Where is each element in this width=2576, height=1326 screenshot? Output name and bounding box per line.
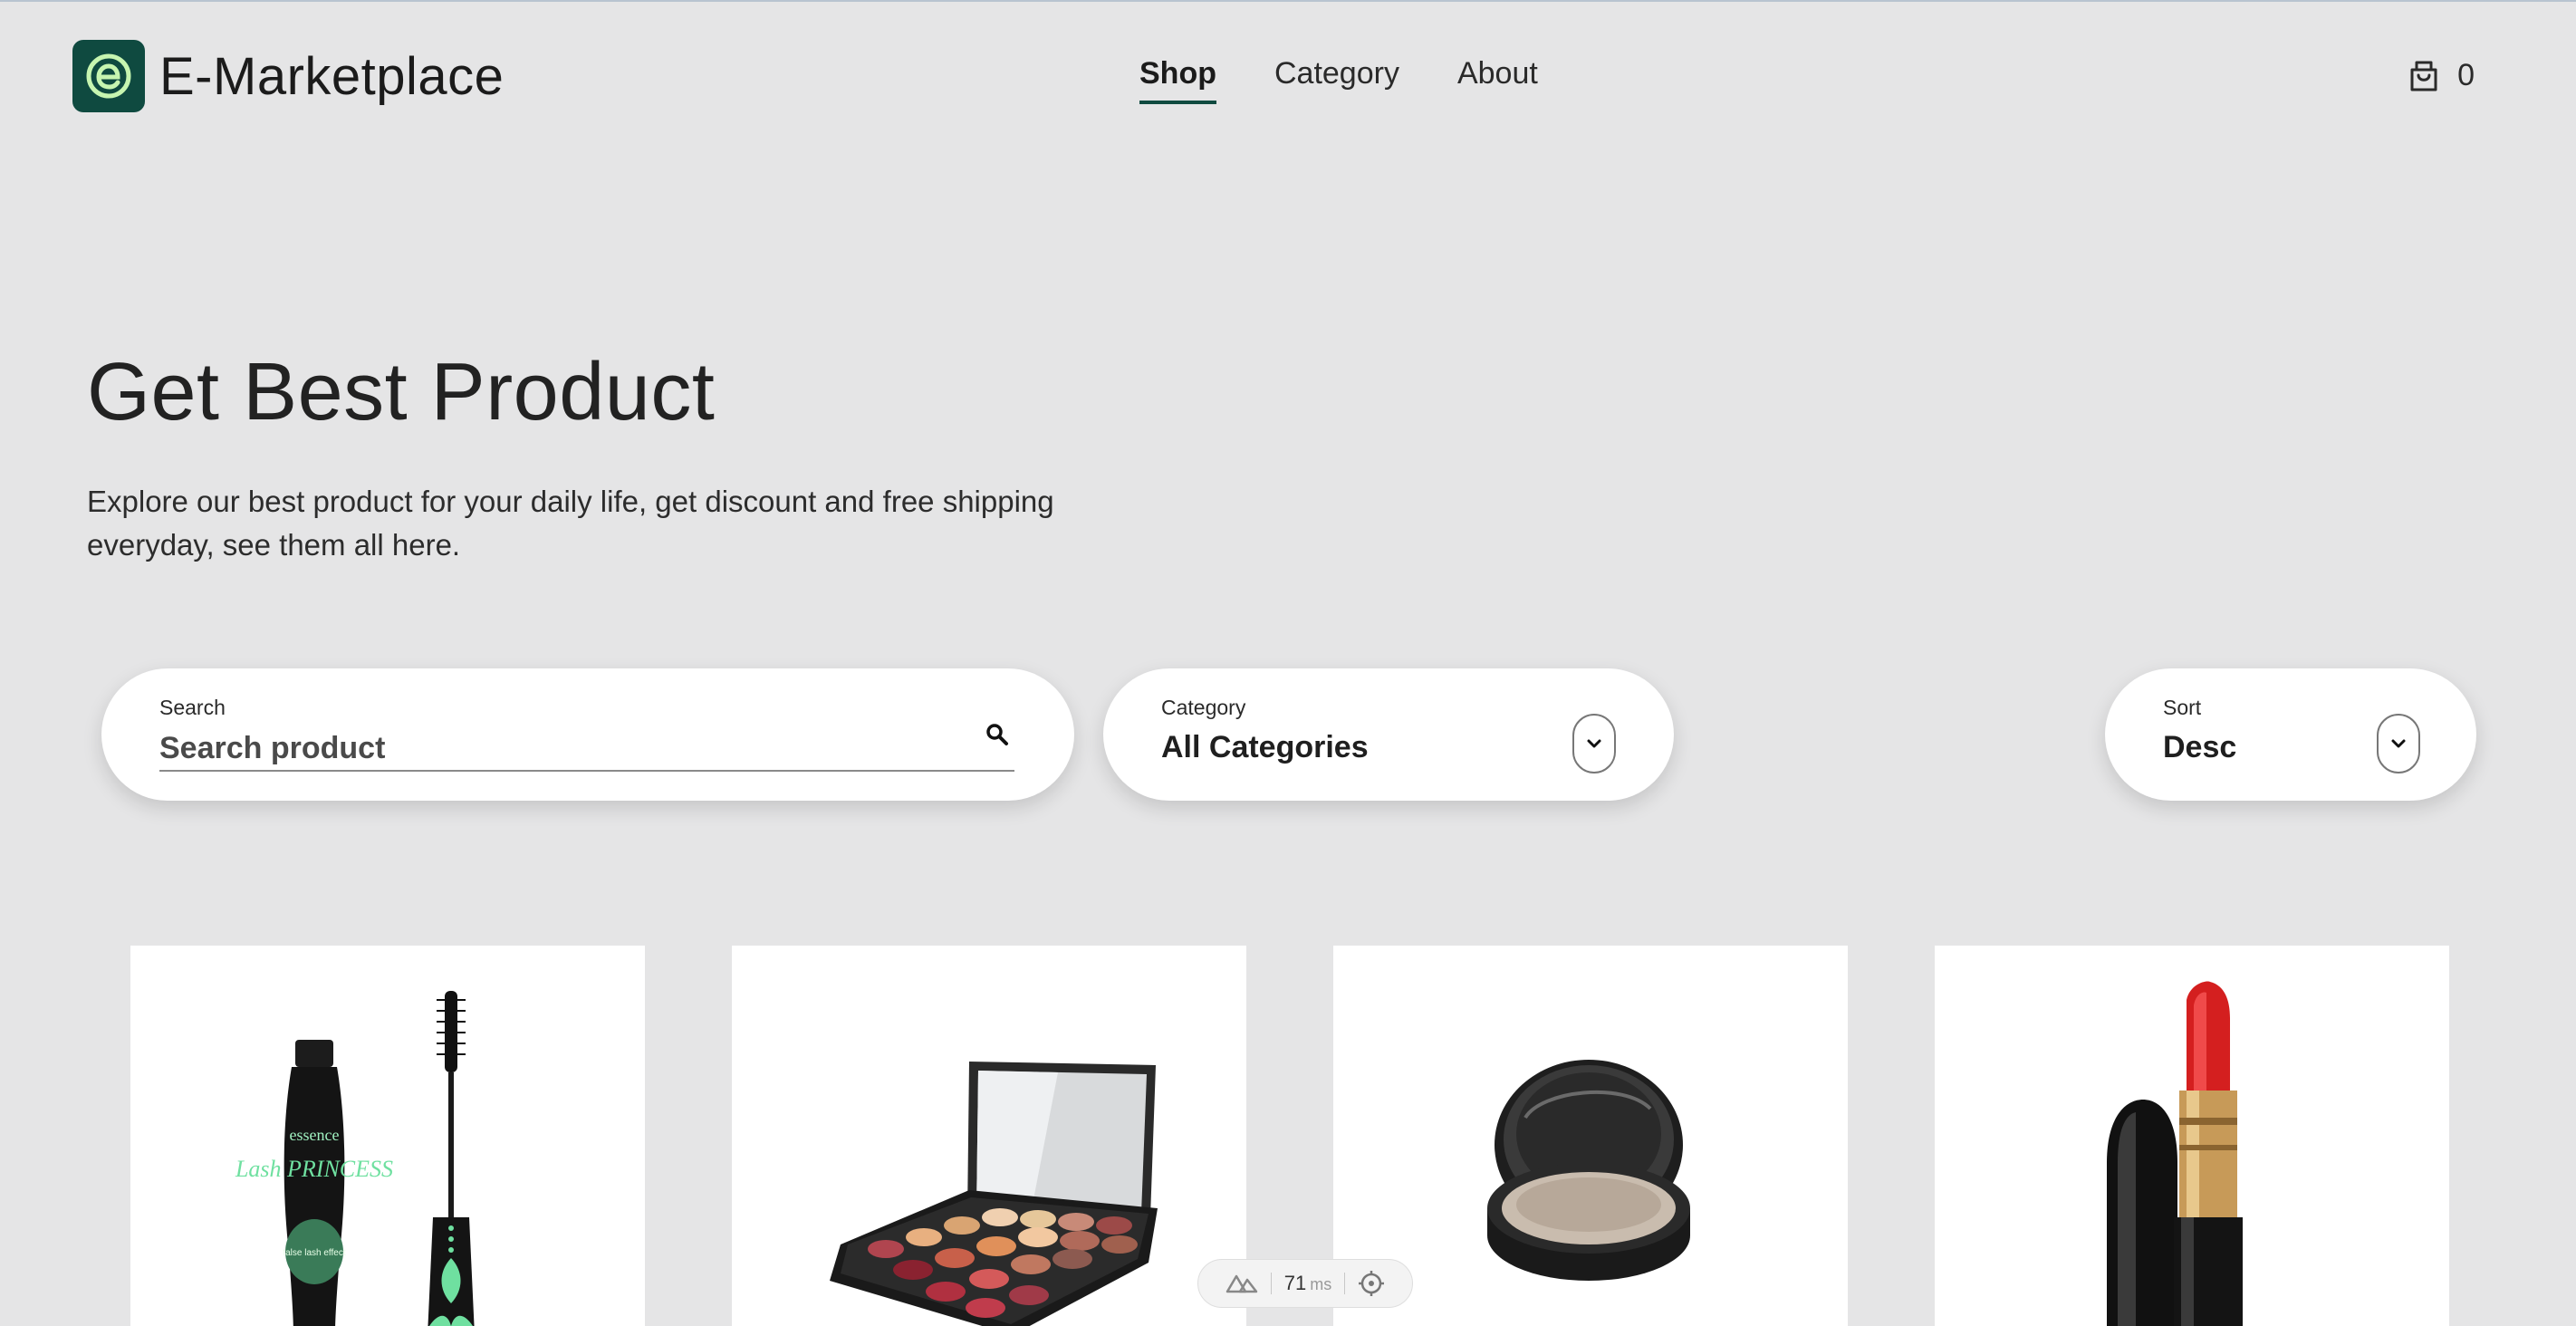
product-card[interactable] [732,946,1246,1326]
nuxt-logo-icon [1226,1274,1257,1293]
page-title: Get Best Product [87,347,716,437]
nav-category[interactable]: Category [1274,56,1399,104]
cart-count: 0 [2457,58,2475,92]
powder-compact-image [1487,1060,1690,1281]
product-card[interactable]: essence Lash PRINCESS false lash effect [130,946,645,1326]
red-lipstick-image [2107,981,2243,1326]
nav-about[interactable]: About [1457,56,1538,104]
eyeshadow-palette-image [830,1062,1158,1326]
chevron-down-icon[interactable] [1572,714,1616,774]
sort-value: Desc [2163,730,2237,764]
search-label: Search [159,696,226,719]
crosshair-icon[interactable] [1358,1270,1385,1297]
sort-select[interactable]: Sort Desc [2105,668,2476,801]
divider [1270,1273,1272,1294]
divider [1344,1273,1346,1294]
page-subtitle: Explore our best product for your daily … [87,485,1054,562]
search-input[interactable] [159,726,1014,772]
sort-label: Sort [2163,696,2202,719]
brand-logo-link[interactable]: E-Marketplace [72,40,504,112]
product-card[interactable] [1935,946,2449,1326]
category-select[interactable]: Category All Categories [1103,668,1674,801]
brand-logo-icon [72,40,145,112]
brand-name: E-Marketplace [159,46,505,106]
category-label: Category [1161,696,1246,719]
nav-shop[interactable]: Shop [1139,56,1216,104]
render-time-value: 71 [1283,1272,1307,1294]
mascara-image: essence Lash PRINCESS false lash effect [235,991,475,1326]
render-time-badge[interactable]: 71 ms [1197,1259,1413,1308]
main-nav: Shop Category About [1139,56,1538,104]
search-icon[interactable] [985,723,1009,746]
render-time: 71 ms [1284,1272,1331,1295]
mascara-brand-text: essence [290,1126,340,1144]
shopping-bag-icon [2410,61,2437,91]
product-card[interactable] [1333,946,1848,1326]
search-box: Search [101,668,1074,801]
cart-button[interactable]: 0 [2408,58,2475,93]
chevron-down-icon[interactable] [2377,714,2420,774]
mascara-badge-text: false lash effect [283,1248,346,1258]
mascara-name-text: Lash PRINCESS [235,1156,393,1182]
category-value: All Categories [1161,730,1369,764]
render-time-unit: ms [1310,1275,1332,1293]
